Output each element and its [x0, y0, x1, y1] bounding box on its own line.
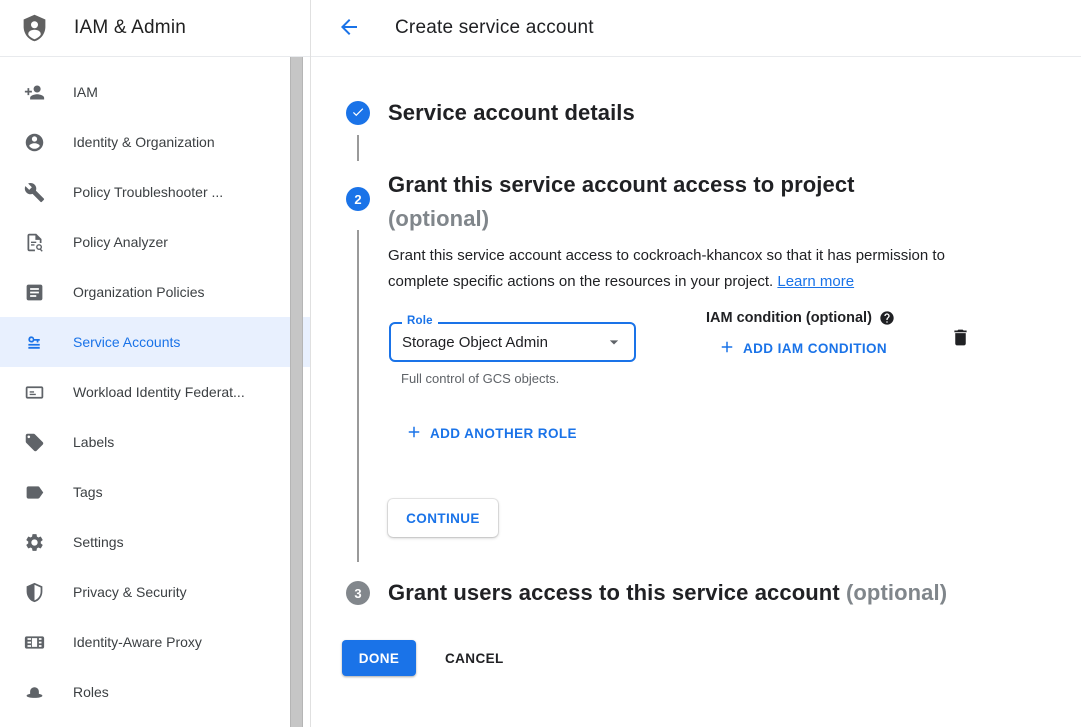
sidebar-item-label: Labels: [73, 434, 114, 450]
caret-down-icon: [604, 332, 624, 352]
proxy-icon: [22, 630, 46, 654]
sidebar-item-label: Workload Identity Federat...: [73, 384, 245, 400]
page-title: Create service account: [395, 17, 594, 39]
sidebar-item-identity-organization[interactable]: Identity & Organization: [0, 117, 310, 167]
step3-indicator: 3: [346, 581, 370, 605]
sidebar-item-iam[interactable]: IAM: [0, 67, 310, 117]
main-content: Service account details 2 Grant this ser…: [311, 57, 1081, 727]
badge-card-icon: [22, 380, 46, 404]
sidebar-item-service-accounts[interactable]: Service Accounts: [0, 317, 310, 367]
label-tag-icon: [22, 430, 46, 454]
step3-title: Grant users access to this service accou…: [388, 578, 947, 608]
delete-role-button[interactable]: [948, 327, 972, 351]
sidebar-item-label: Tags: [73, 484, 103, 500]
person-add-icon: [22, 80, 46, 104]
sidebar-item-settings[interactable]: Settings: [0, 517, 310, 567]
step2-optional-label: (optional): [388, 202, 855, 236]
gear-icon: [22, 530, 46, 554]
step2-number: 2: [354, 192, 361, 207]
sidebar-item-label: IAM: [73, 84, 98, 100]
sidebar-item-policy-troubleshooter[interactable]: Policy Troubleshooter ...: [0, 167, 310, 217]
step2-title: Grant this service account access to pro…: [388, 168, 855, 236]
sidebar-item-organization-policies[interactable]: Organization Policies: [0, 267, 310, 317]
tag-arrow-icon: [22, 480, 46, 504]
iam-condition-header: IAM condition (optional): [706, 310, 895, 326]
sidebar-item-label: Policy Analyzer: [73, 234, 168, 250]
sidebar-item-policy-analyzer[interactable]: Policy Analyzer: [0, 217, 310, 267]
back-button[interactable]: [335, 14, 363, 42]
sidebar-item-label: Roles: [73, 684, 109, 700]
step-connector: [357, 230, 359, 562]
sidebar-item-tags[interactable]: Tags: [0, 467, 310, 517]
cancel-button[interactable]: CANCEL: [435, 640, 514, 676]
iam-shield-icon: [20, 11, 49, 45]
done-button[interactable]: DONE: [342, 640, 416, 676]
arrow-back-icon: [337, 15, 361, 42]
continue-button[interactable]: CONTINUE: [388, 499, 498, 537]
step3-optional-text: (optional): [846, 580, 947, 605]
step2-indicator: 2: [346, 187, 370, 211]
role-selected-value: Storage Object Admin: [402, 334, 548, 351]
sidebar-item-label: Policy Troubleshooter ...: [73, 184, 223, 200]
sidebar-item-labels[interactable]: Labels: [0, 417, 310, 467]
add-iam-condition-button[interactable]: ADD IAM CONDITION: [718, 338, 887, 359]
sidebar-nav: IAM Identity & Organization Policy Trouble…: [0, 57, 310, 717]
plus-icon: [718, 338, 736, 359]
shield-half-icon: [22, 580, 46, 604]
role-select[interactable]: Role Storage Object Admin: [389, 322, 636, 362]
iam-condition-label: IAM condition (optional): [706, 310, 872, 326]
sidebar-item-privacy-security[interactable]: Privacy & Security: [0, 567, 310, 617]
role-field-label: Role: [402, 315, 438, 327]
app-header: IAM & Admin: [0, 0, 310, 57]
sidebar-item-label: Organization Policies: [73, 284, 205, 300]
trash-icon: [950, 327, 971, 351]
sidebar-item-label: Service Accounts: [73, 334, 180, 350]
topbar: Create service account: [311, 0, 1081, 57]
sidebar-item-label: Identity & Organization: [73, 134, 215, 150]
step2-description-text: Grant this service account access to coc…: [388, 247, 945, 290]
step2-description: Grant this service account access to coc…: [388, 243, 982, 294]
sidebar: IAM & Admin IAM Identity & Organization Po…: [0, 0, 311, 727]
sidebar-item-label: Settings: [73, 534, 124, 550]
sidebar-scrollbar[interactable]: [290, 57, 303, 727]
roles-hat-icon: [22, 680, 46, 704]
sidebar-item-label: Privacy & Security: [73, 584, 187, 600]
step3-optional-label: (optional): [846, 580, 947, 605]
check-icon: [351, 105, 365, 122]
step-connector: [357, 135, 359, 161]
role-helper-text: Full control of GCS objects.: [401, 371, 559, 386]
add-another-role-label: ADD ANOTHER ROLE: [430, 426, 577, 441]
sidebar-item-roles[interactable]: Roles: [0, 667, 310, 717]
sidebar-item-identity-aware-proxy[interactable]: Identity-Aware Proxy: [0, 617, 310, 667]
sidebar-item-label: Identity-Aware Proxy: [73, 634, 202, 650]
step1-title: Service account details: [388, 98, 635, 128]
account-circle-icon: [22, 130, 46, 154]
step3-number: 3: [354, 586, 361, 601]
plus-icon: [405, 423, 423, 444]
service-account-key-icon: [22, 330, 46, 354]
policy-analyzer-icon: [22, 230, 46, 254]
app-title: IAM & Admin: [74, 17, 186, 39]
learn-more-link[interactable]: Learn more: [777, 273, 854, 290]
wrench-icon: [22, 180, 46, 204]
step2-title-text: Grant this service account access to pro…: [388, 168, 855, 202]
help-icon[interactable]: [879, 310, 895, 326]
document-icon: [22, 280, 46, 304]
step3-title-text: Grant users access to this service accou…: [388, 580, 840, 605]
sidebar-item-workload-identity-federation[interactable]: Workload Identity Federat...: [0, 367, 310, 417]
step1-indicator: [346, 101, 370, 125]
add-iam-condition-label: ADD IAM CONDITION: [743, 341, 887, 356]
add-another-role-button[interactable]: ADD ANOTHER ROLE: [405, 423, 577, 444]
